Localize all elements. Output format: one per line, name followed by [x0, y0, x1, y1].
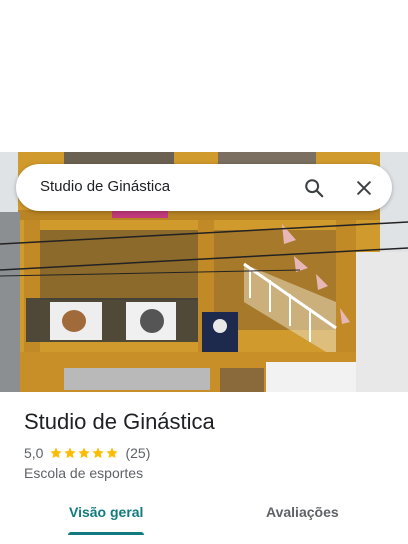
star-icon: [106, 447, 119, 459]
star-icon: [78, 447, 91, 459]
star-icon: [50, 447, 63, 459]
search-icon[interactable]: [300, 174, 328, 202]
active-tab-indicator: [68, 532, 144, 535]
search-bar[interactable]: Studio de Ginástica: [16, 164, 392, 211]
star-icon: [92, 447, 105, 459]
close-icon[interactable]: [350, 174, 378, 202]
place-title: Studio de Ginástica: [24, 409, 215, 434]
review-count[interactable]: (25): [125, 445, 150, 461]
rating-row[interactable]: 5,0 (25): [24, 444, 150, 462]
rating-value: 5,0: [24, 445, 44, 461]
tab-bar: Visão geral Avaliações: [0, 496, 408, 544]
search-input[interactable]: Studio de Ginástica: [40, 178, 170, 195]
tab-reviews[interactable]: Avaliações: [266, 504, 339, 520]
star-icon: [64, 447, 77, 459]
place-category: Escola de esportes: [24, 465, 144, 481]
tab-overview[interactable]: Visão geral: [69, 504, 143, 520]
rating-stars: [49, 446, 119, 460]
